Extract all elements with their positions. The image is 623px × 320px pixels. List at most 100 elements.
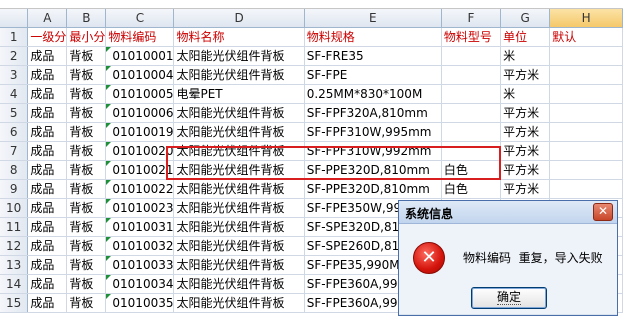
cell-g[interactable]: 单位 xyxy=(500,27,551,47)
cell-c[interactable]: 01010004 xyxy=(105,65,175,85)
cell-d[interactable]: 太阳能光伏组件背板 xyxy=(173,46,305,66)
cell-d[interactable]: 物料名称 xyxy=(173,27,305,47)
column-header-e[interactable]: E xyxy=(304,9,442,28)
cell-g[interactable]: 平方米 xyxy=(500,65,551,85)
cell-c[interactable]: 物料编码 xyxy=(105,27,175,47)
cell-d[interactable]: 太阳能光伏组件背板 xyxy=(173,236,305,256)
cell-h[interactable]: 默认 xyxy=(549,27,623,47)
cell-c[interactable]: 01010035 xyxy=(105,293,175,313)
cell-c[interactable]: 01010005 xyxy=(105,84,175,104)
cell-a[interactable]: 成品 xyxy=(27,160,68,180)
cell-b[interactable]: 背板 xyxy=(66,141,107,161)
cell-b[interactable]: 背板 xyxy=(66,179,107,199)
cell-c[interactable]: 01010034 xyxy=(105,274,175,294)
cell-b[interactable]: 背板 xyxy=(66,160,107,180)
cell-b[interactable]: 背板 xyxy=(66,198,107,218)
cell-a[interactable]: 成品 xyxy=(27,141,68,161)
row-number[interactable]: 2 xyxy=(0,46,29,66)
cell-h[interactable] xyxy=(549,179,623,199)
cell-d[interactable]: 太阳能光伏组件背板 xyxy=(173,293,305,313)
row-number[interactable]: 10 xyxy=(0,198,29,218)
close-icon[interactable]: ✕ xyxy=(593,203,613,221)
cell-c[interactable]: 01010022 xyxy=(105,179,175,199)
ok-button[interactable]: 确定 xyxy=(471,287,547,309)
cell-f[interactable] xyxy=(441,103,502,123)
column-header-a[interactable]: A xyxy=(27,9,68,28)
column-header-b[interactable]: B xyxy=(66,9,107,28)
cell-c[interactable]: 01010023 xyxy=(105,198,175,218)
formula-bar[interactable] xyxy=(0,0,623,9)
cell-e[interactable]: 0.25MM*830*100M xyxy=(304,84,442,104)
cell-e[interactable]: SF-FPF310W,995mm xyxy=(304,122,442,142)
cell-h[interactable] xyxy=(549,160,623,180)
cell-b[interactable]: 最小分 xyxy=(66,27,107,47)
cell-f[interactable] xyxy=(441,122,502,142)
cell-a[interactable]: 成品 xyxy=(27,122,68,142)
cell-e[interactable]: SF-FPE xyxy=(304,65,442,85)
cell-c[interactable]: 01010006 xyxy=(105,103,175,123)
cell-a[interactable]: 成品 xyxy=(27,293,68,313)
row-number[interactable]: 15 xyxy=(0,293,29,313)
cell-e[interactable]: SF-PPE320D,810mm xyxy=(304,179,442,199)
column-header-h[interactable]: H xyxy=(549,9,623,28)
cell-d[interactable]: 电晕PET xyxy=(173,84,305,104)
cell-a[interactable]: 成品 xyxy=(27,46,68,66)
row-number[interactable]: 6 xyxy=(0,122,29,142)
cell-g[interactable]: 平方米 xyxy=(500,103,551,123)
row-number[interactable]: 4 xyxy=(0,84,29,104)
column-header-d[interactable]: D xyxy=(173,9,305,28)
column-header-f[interactable]: F xyxy=(441,9,502,28)
cell-d[interactable]: 太阳能光伏组件背板 xyxy=(173,65,305,85)
cell-d[interactable]: 太阳能光伏组件背板 xyxy=(173,179,305,199)
cell-a[interactable]: 成品 xyxy=(27,274,68,294)
row-number[interactable]: 14 xyxy=(0,274,29,294)
row-number[interactable]: 7 xyxy=(0,141,29,161)
cell-d[interactable]: 太阳能光伏组件背板 xyxy=(173,160,305,180)
select-all-corner[interactable] xyxy=(0,9,29,28)
cell-b[interactable]: 背板 xyxy=(66,293,107,313)
row-number[interactable]: 12 xyxy=(0,236,29,256)
cell-c[interactable]: 01010032 xyxy=(105,236,175,256)
cell-f[interactable] xyxy=(441,65,502,85)
cell-b[interactable]: 背板 xyxy=(66,65,107,85)
row-number[interactable]: 1 xyxy=(0,27,29,47)
row-number[interactable]: 13 xyxy=(0,255,29,275)
cell-b[interactable]: 背板 xyxy=(66,274,107,294)
cell-f[interactable] xyxy=(441,46,502,66)
cell-a[interactable]: 一级分 xyxy=(27,27,68,47)
cell-h[interactable] xyxy=(549,46,623,66)
column-header-c[interactable]: C xyxy=(105,9,175,28)
cell-g[interactable]: 平方米 xyxy=(500,141,551,161)
cell-f[interactable]: 白色 xyxy=(441,179,502,199)
cell-f[interactable]: 白色 xyxy=(441,160,502,180)
cell-b[interactable]: 背板 xyxy=(66,46,107,66)
cell-g[interactable]: 米 xyxy=(500,46,551,66)
cell-a[interactable]: 成品 xyxy=(27,255,68,275)
cell-f[interactable] xyxy=(441,84,502,104)
cell-a[interactable]: 成品 xyxy=(27,103,68,123)
cell-g[interactable]: 平方米 xyxy=(500,160,551,180)
cell-d[interactable]: 太阳能光伏组件背板 xyxy=(173,217,305,237)
cell-b[interactable]: 背板 xyxy=(66,236,107,256)
cell-d[interactable]: 太阳能光伏组件背板 xyxy=(173,198,305,218)
cell-h[interactable] xyxy=(549,65,623,85)
cell-a[interactable]: 成品 xyxy=(27,179,68,199)
cell-e[interactable]: SF-FRE35 xyxy=(304,46,442,66)
cell-c[interactable]: 01010019 xyxy=(105,122,175,142)
cell-a[interactable]: 成品 xyxy=(27,84,68,104)
cell-c[interactable]: 01010021 xyxy=(105,160,175,180)
row-number[interactable]: 9 xyxy=(0,179,29,199)
cell-g[interactable]: 平方米 xyxy=(500,179,551,199)
cell-a[interactable]: 成品 xyxy=(27,217,68,237)
row-number[interactable]: 5 xyxy=(0,103,29,123)
column-header-g[interactable]: G xyxy=(500,9,551,28)
cell-h[interactable] xyxy=(549,122,623,142)
row-number[interactable]: 8 xyxy=(0,160,29,180)
cell-h[interactable] xyxy=(549,103,623,123)
cell-c[interactable]: 01010031 xyxy=(105,217,175,237)
cell-e[interactable]: 物料规格 xyxy=(304,27,442,47)
cell-h[interactable] xyxy=(549,141,623,161)
cell-b[interactable]: 背板 xyxy=(66,255,107,275)
cell-a[interactable]: 成品 xyxy=(27,65,68,85)
cell-g[interactable]: 平方米 xyxy=(500,122,551,142)
